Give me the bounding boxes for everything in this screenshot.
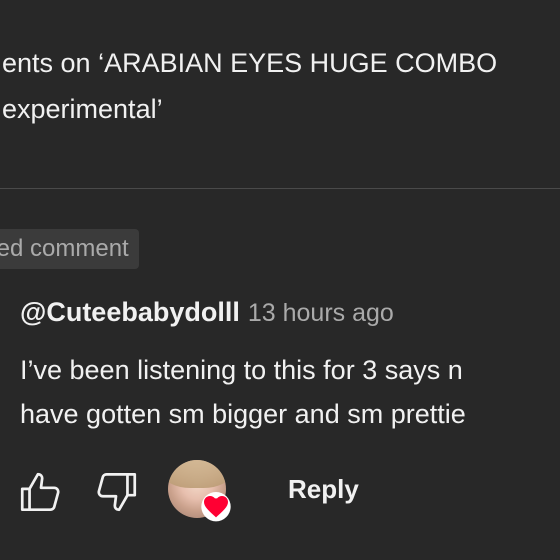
comments-panel: ents on ‘ARABIAN EYES HUGE COMBO experim… <box>0 0 560 560</box>
comment-timestamp[interactable]: 13 hours ago <box>248 299 394 327</box>
comment-text-line-2: have gotten sm bigger and sm prettie <box>20 399 466 429</box>
header-title-line-1: ents on ‘ARABIAN EYES HUGE COMBO <box>2 48 498 78</box>
reply-button[interactable]: Reply <box>288 474 359 505</box>
comment-text-line-1: I’ve been listening to this for 3 says n <box>20 355 463 385</box>
highlighted-comment-label: ted comment <box>0 235 129 262</box>
thumb-up-icon <box>20 472 60 512</box>
heart-icon <box>201 492 231 522</box>
comments-header-title: ents on ‘ARABIAN EYES HUGE COMBO experim… <box>2 40 560 132</box>
header-title-line-2: experimental’ <box>2 94 163 124</box>
dislike-button[interactable] <box>91 466 141 516</box>
header-divider <box>0 188 560 189</box>
comment-text: I’ve been listening to this for 3 says n… <box>20 348 560 436</box>
comment-actions: Reply <box>0 460 560 524</box>
avatar-hair-shape <box>168 460 226 488</box>
comment-author[interactable]: @Cuteebabydolll <box>20 297 240 327</box>
highlighted-comment-chip: ted comment <box>0 229 139 269</box>
comment-meta: @Cuteebabydolll 13 hours ago <box>20 294 394 331</box>
like-button[interactable] <box>16 468 66 518</box>
creator-heart <box>168 460 232 524</box>
thumb-down-icon <box>97 472 137 512</box>
